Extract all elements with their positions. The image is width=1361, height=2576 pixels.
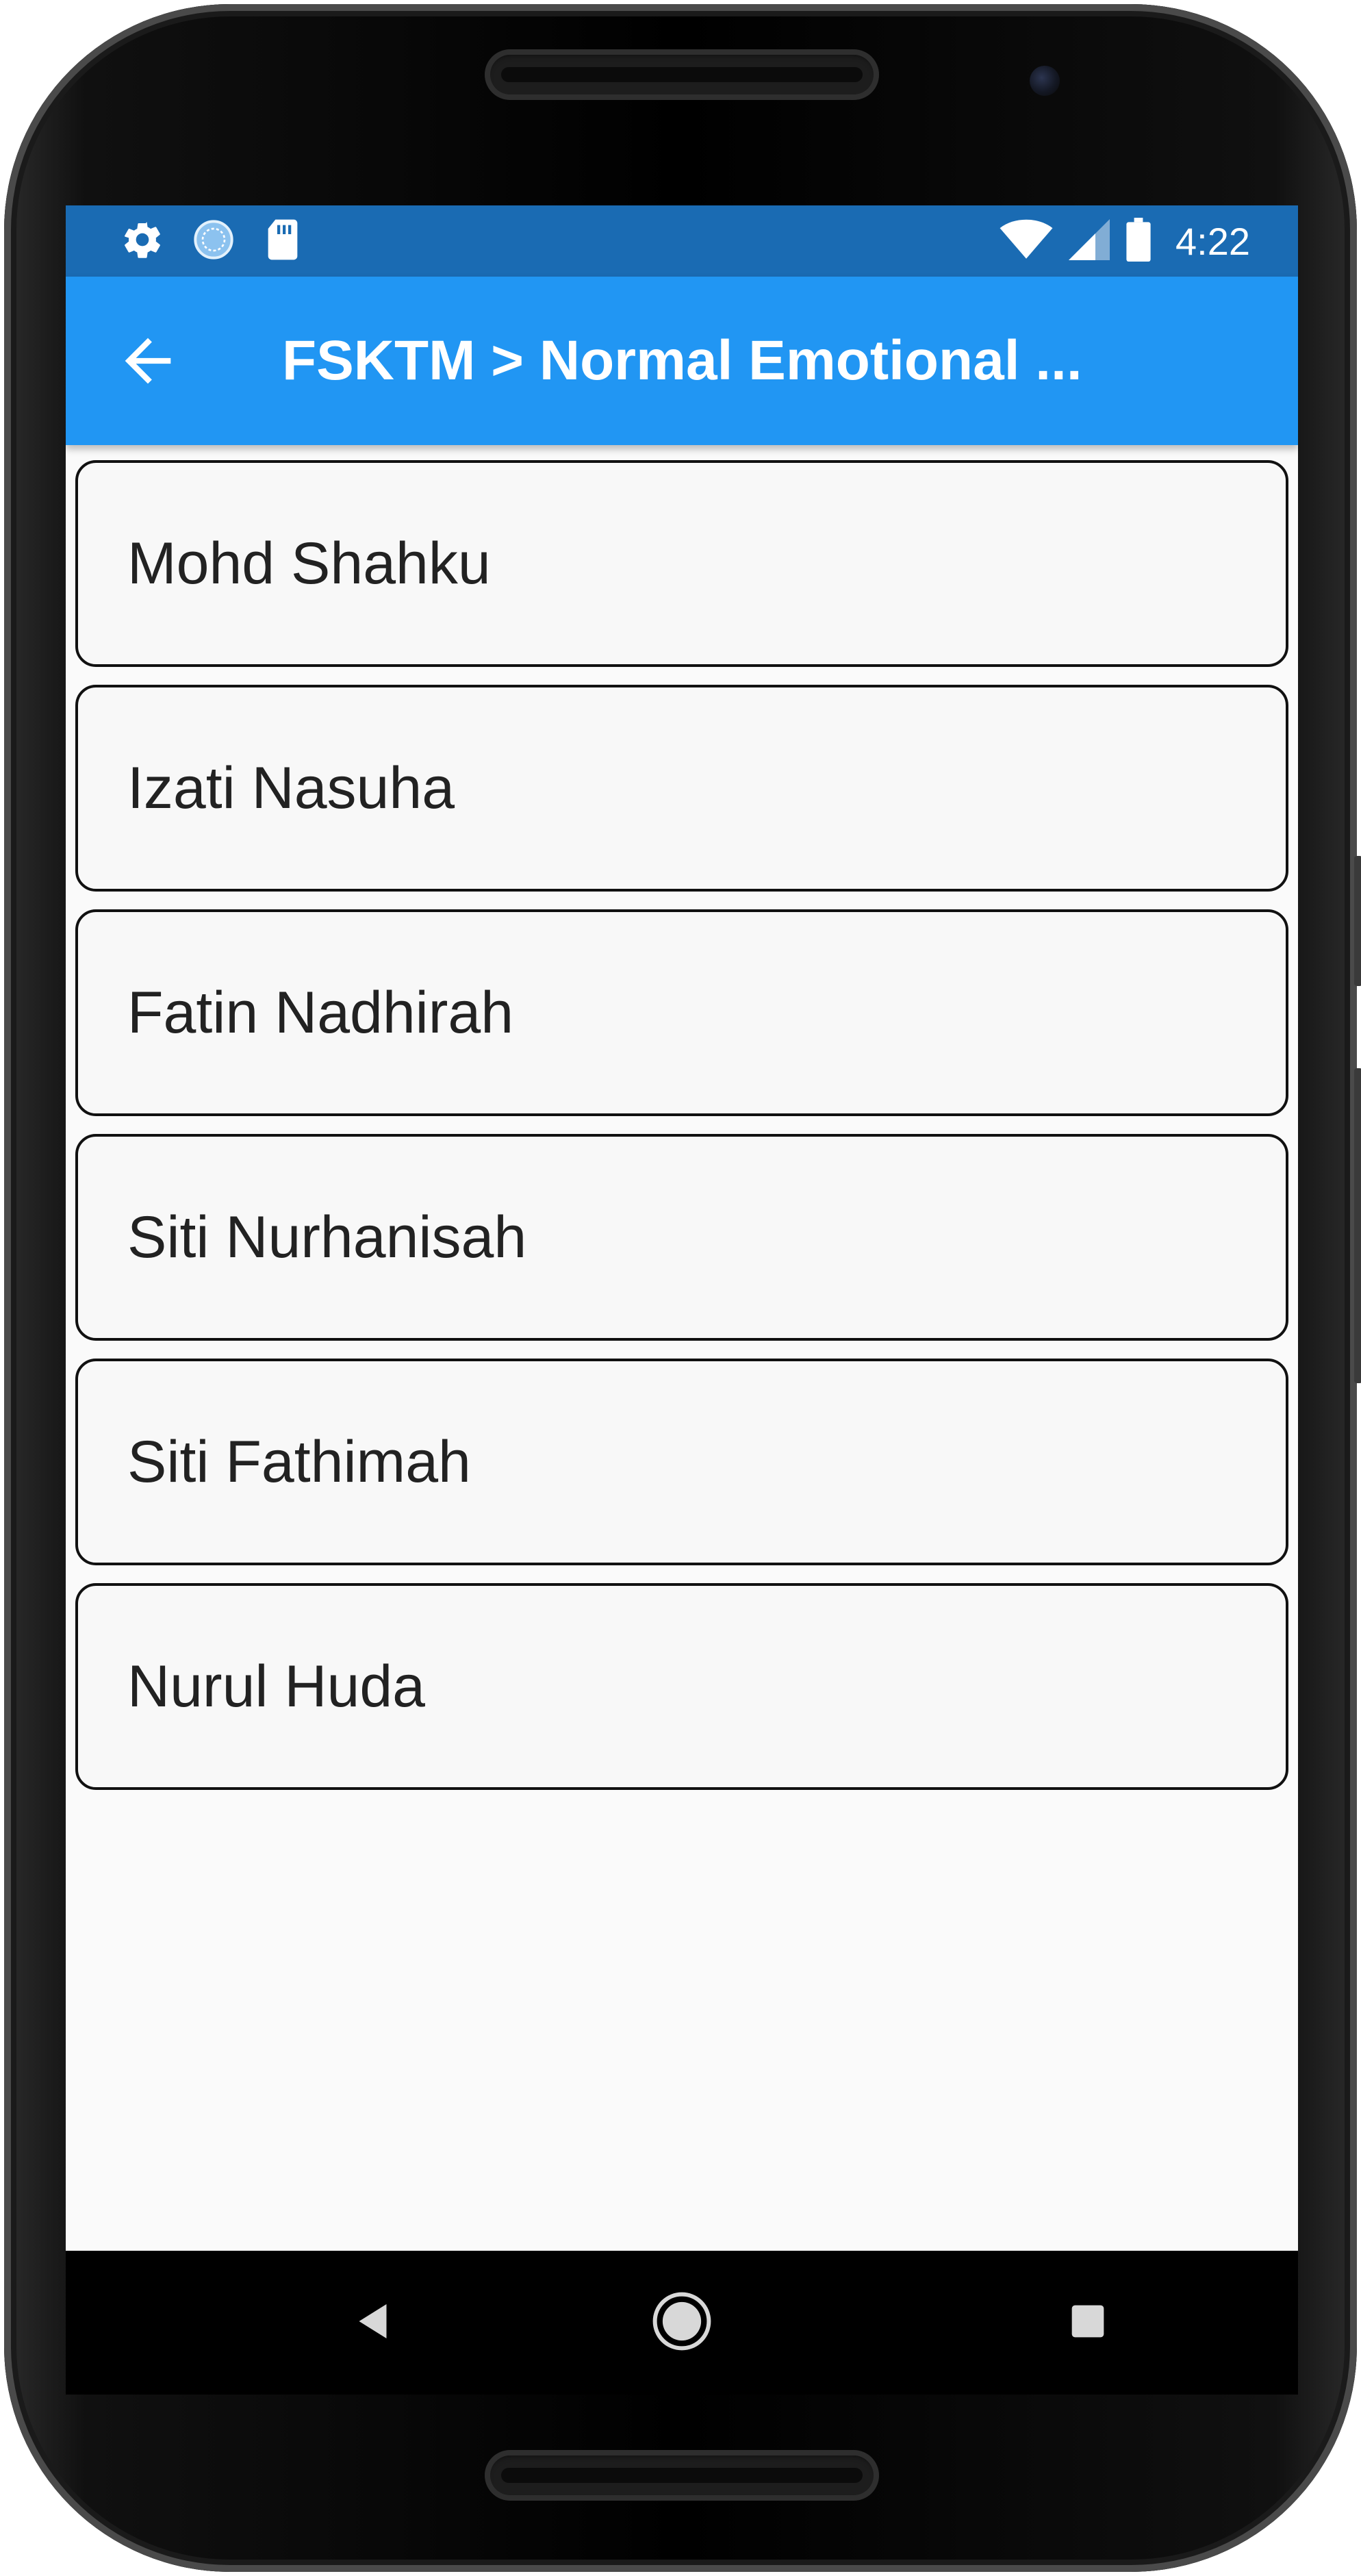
screen: 4:22 FSKTM > Normal Emotional ... Mohd S… — [66, 205, 1298, 2251]
list-item[interactable]: Nurul Huda — [75, 1583, 1288, 1790]
nav-recents-button[interactable] — [1057, 2292, 1119, 2353]
student-list: Mohd Shahku Izati Nasuha Fatin Nadhirah … — [75, 460, 1288, 1808]
back-triangle-icon — [354, 2301, 395, 2345]
app-bar: FSKTM > Normal Emotional ... — [66, 277, 1298, 445]
nav-home-button[interactable] — [651, 2292, 713, 2353]
gear-icon — [120, 218, 164, 264]
back-button[interactable] — [114, 327, 182, 395]
cell-signal-icon — [1069, 219, 1110, 263]
page-title: FSKTM > Normal Emotional ... — [282, 329, 1082, 392]
list-item-label: Fatin Nadhirah — [127, 979, 514, 1046]
nav-back-button[interactable] — [344, 2292, 405, 2353]
home-circle-icon — [651, 2290, 713, 2355]
battery-icon — [1125, 218, 1152, 264]
status-time: 4:22 — [1175, 219, 1250, 263]
list-item[interactable]: Siti Nurhanisah — [75, 1134, 1288, 1341]
sd-card-icon — [263, 218, 303, 264]
arrow-left-icon — [114, 338, 182, 398]
list-item[interactable]: Siti Fathimah — [75, 1359, 1288, 1565]
list-item-label: Siti Fathimah — [127, 1428, 471, 1495]
list-item-label: Nurul Huda — [127, 1653, 425, 1719]
list-item[interactable]: Fatin Nadhirah — [75, 909, 1288, 1116]
list-item-label: Siti Nurhanisah — [127, 1204, 527, 1270]
volume-key — [1354, 856, 1361, 986]
power-key — [1354, 1068, 1361, 1383]
front-camera — [1030, 66, 1060, 96]
bottom-speaker — [485, 2450, 879, 2501]
recents-square-icon — [1069, 2302, 1107, 2343]
status-bar: 4:22 — [66, 205, 1298, 277]
status-notification-icons — [120, 219, 303, 263]
list-item[interactable]: Izati Nasuha — [75, 685, 1288, 892]
list-item-label: Mohd Shahku — [127, 530, 491, 596]
top-speaker — [485, 49, 879, 100]
list-item-label: Izati Nasuha — [127, 755, 455, 821]
list-item[interactable]: Mohd Shahku — [75, 460, 1288, 667]
wifi-icon — [999, 218, 1054, 264]
status-system-icons: 4:22 — [999, 218, 1250, 264]
navigation-bar — [66, 2251, 1298, 2395]
sync-circle-icon — [192, 218, 236, 264]
